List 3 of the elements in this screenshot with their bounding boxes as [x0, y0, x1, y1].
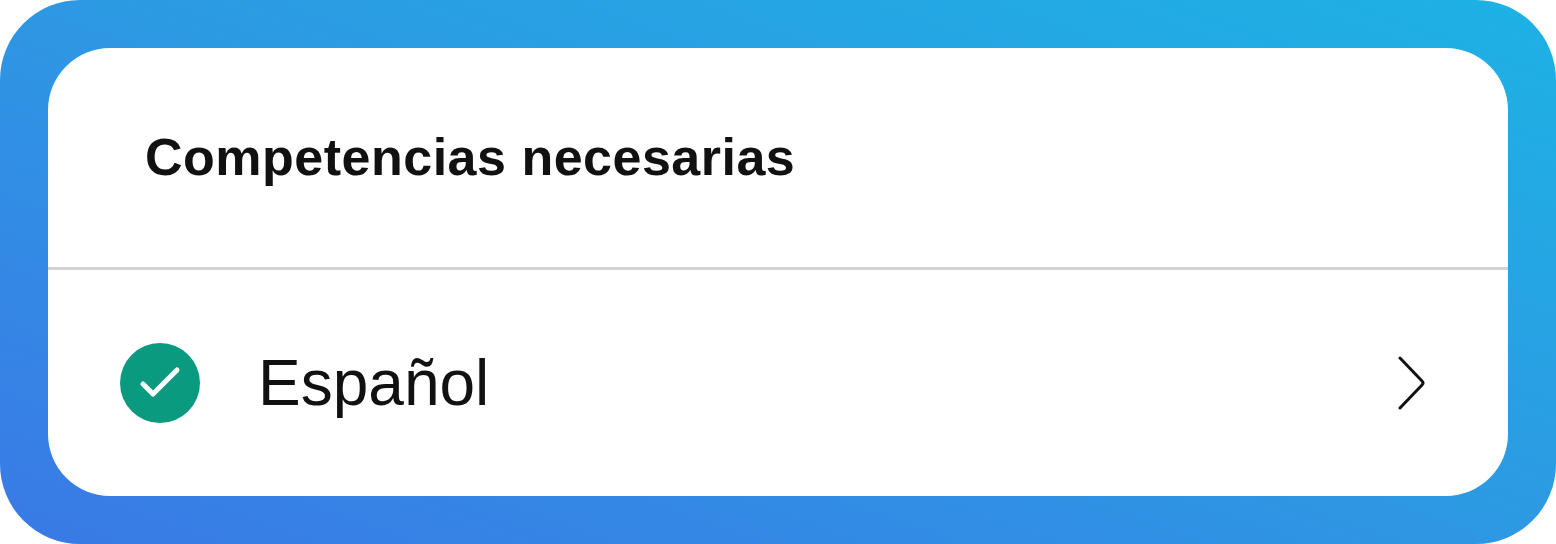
list-item[interactable]: Español — [48, 270, 1508, 496]
chevron-right-icon — [1396, 355, 1426, 411]
card-title: Competencias necesarias — [145, 127, 796, 189]
